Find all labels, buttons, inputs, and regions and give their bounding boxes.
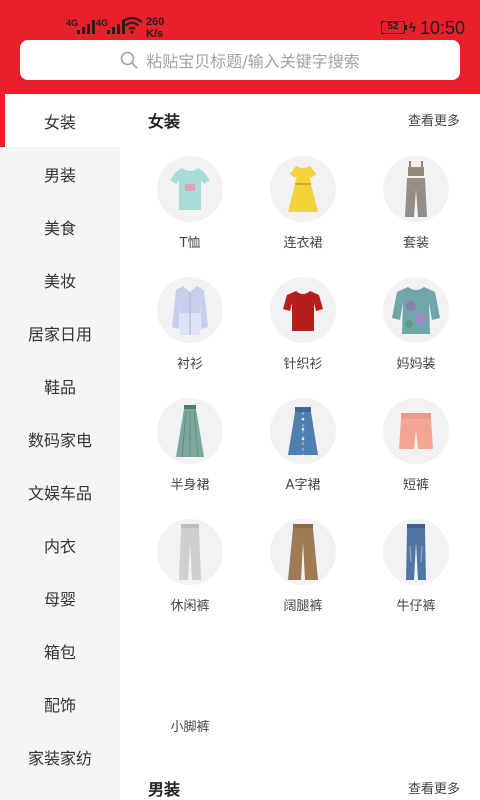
mom-wear-icon — [383, 277, 449, 343]
shirt-icon — [157, 277, 223, 343]
battery-icon: 52 — [381, 21, 405, 34]
sidebar-item-label: 男装 — [43, 165, 76, 185]
shorts-icon — [383, 398, 449, 464]
battery-tip — [405, 25, 407, 30]
skirt-icon — [157, 398, 223, 464]
dress-icon — [270, 156, 336, 222]
category-item[interactable]: 小脚裤 — [140, 640, 240, 735]
category-item[interactable]: 短裤 — [366, 398, 466, 493]
sidebar-item-label: 数码家电 — [27, 430, 92, 450]
wifi-icon — [121, 17, 143, 34]
category-label: 阔腿裤 — [283, 599, 323, 614]
status-bar: 4G 4G 260 K/s 52 ϟ 10:50 — [0, 12, 480, 40]
category-item[interactable]: 套装 — [366, 156, 466, 251]
active-indicator — [0, 94, 5, 147]
category-label: 套装 — [402, 236, 429, 251]
sidebar-item-label: 内衣 — [43, 536, 76, 556]
category-label: 连衣裙 — [283, 236, 323, 251]
tshirt-icon — [157, 156, 223, 222]
sidebar-item-label: 配饰 — [43, 695, 76, 715]
sidebar-item-beauty[interactable]: 美妆 — [0, 253, 120, 306]
skinny-pants-icon — [157, 640, 223, 706]
category-sidebar: 女装 男装 美食 美妆 居家日用 鞋品 数码家电 文娱车品 内衣 母婴 箱包 配… — [0, 94, 120, 800]
sidebar-item-label: 女装 — [43, 112, 76, 132]
app-header: 4G 4G 260 K/s 52 ϟ 10:50 粘贴宝贝标题/输入关键字搜索 — [0, 0, 480, 94]
network-speed-value: 260 — [146, 16, 165, 28]
category-item[interactable]: 半身裙 — [140, 398, 240, 493]
view-more-mens-link[interactable]: 查看更多 — [408, 778, 460, 797]
category-item[interactable]: T恤 — [140, 156, 240, 251]
sidebar-item-label: 美食 — [43, 218, 76, 238]
category-item[interactable]: 针织衫 — [253, 277, 353, 372]
category-content: 女装 查看更多 T恤 连衣裙 套装 衬衫 针织衫 妈妈装 半身裙 A字裙 短裤 … — [120, 94, 480, 800]
signal-strength-icon — [77, 20, 95, 34]
category-label: 针织衫 — [283, 357, 323, 372]
section-title-womens: 女装 — [148, 112, 181, 131]
category-label: 休闲裤 — [170, 599, 210, 614]
sidebar-item-bags[interactable]: 箱包 — [0, 624, 120, 677]
jeans-icon — [383, 519, 449, 585]
sidebar-item-shoes[interactable]: 鞋品 — [0, 359, 120, 412]
category-label: 衬衫 — [176, 357, 203, 372]
category-item[interactable]: 衬衫 — [140, 277, 240, 372]
sidebar-item-label: 母婴 — [43, 589, 76, 609]
search-placeholder: 粘贴宝贝标题/输入关键字搜索 — [146, 52, 360, 71]
wide-leg-pants-icon — [270, 519, 336, 585]
sidebar-item-label: 鞋品 — [43, 377, 76, 397]
sidebar-item-entertainment-auto[interactable]: 文娱车品 — [0, 465, 120, 518]
category-item[interactable]: 妈妈装 — [366, 277, 466, 372]
search-bar[interactable]: 粘贴宝贝标题/输入关键字搜索 — [20, 40, 460, 80]
sidebar-item-home-textiles[interactable]: 家装家纺 — [0, 730, 120, 783]
sidebar-item-label: 家装家纺 — [27, 748, 92, 768]
sidebar-item-label: 居家日用 — [27, 324, 92, 344]
view-more-womens-link[interactable]: 查看更多 — [408, 110, 460, 129]
suit-set-icon — [383, 156, 449, 222]
sidebar-item-label: 箱包 — [43, 642, 76, 662]
category-item[interactable]: A字裙 — [253, 398, 353, 493]
sidebar-item-baby[interactable]: 母婴 — [0, 571, 120, 624]
sidebar-item-mens[interactable]: 男装 — [0, 147, 120, 200]
category-item[interactable]: 阔腿裤 — [253, 519, 353, 614]
category-label: 短裤 — [402, 478, 429, 493]
sidebar-item-label: 美妆 — [43, 271, 76, 291]
status-time: 10:50 — [420, 18, 466, 38]
category-label: 小脚裤 — [170, 720, 210, 735]
category-item[interactable]: 休闲裤 — [140, 519, 240, 614]
search-icon — [120, 51, 138, 69]
charging-icon: ϟ — [409, 20, 416, 35]
a-line-skirt-icon — [270, 398, 336, 464]
sidebar-item-home-goods[interactable]: 居家日用 — [0, 306, 120, 359]
network-speed-unit: K/s — [146, 28, 164, 40]
category-label: 妈妈装 — [396, 357, 436, 372]
category-label: A字裙 — [285, 478, 321, 493]
section-title-mens: 男装 — [148, 780, 181, 799]
sidebar-item-electronics[interactable]: 数码家电 — [0, 412, 120, 465]
category-label: 牛仔裤 — [396, 599, 436, 614]
sidebar-item-accessories[interactable]: 配饰 — [0, 677, 120, 730]
knit-sweater-icon — [270, 277, 336, 343]
category-label: 半身裙 — [170, 478, 210, 493]
sidebar-item-womens[interactable]: 女装 — [0, 94, 120, 147]
casual-pants-icon — [157, 519, 223, 585]
network-speed: 260 K/s — [146, 16, 164, 40]
sidebar-item-underwear[interactable]: 内衣 — [0, 518, 120, 571]
category-label: T恤 — [179, 236, 201, 251]
category-item[interactable]: 连衣裙 — [253, 156, 353, 251]
category-item[interactable]: 牛仔裤 — [366, 519, 466, 614]
sidebar-item-food[interactable]: 美食 — [0, 200, 120, 253]
sidebar-item-label: 文娱车品 — [27, 483, 92, 503]
battery-level: 52 — [387, 21, 399, 32]
